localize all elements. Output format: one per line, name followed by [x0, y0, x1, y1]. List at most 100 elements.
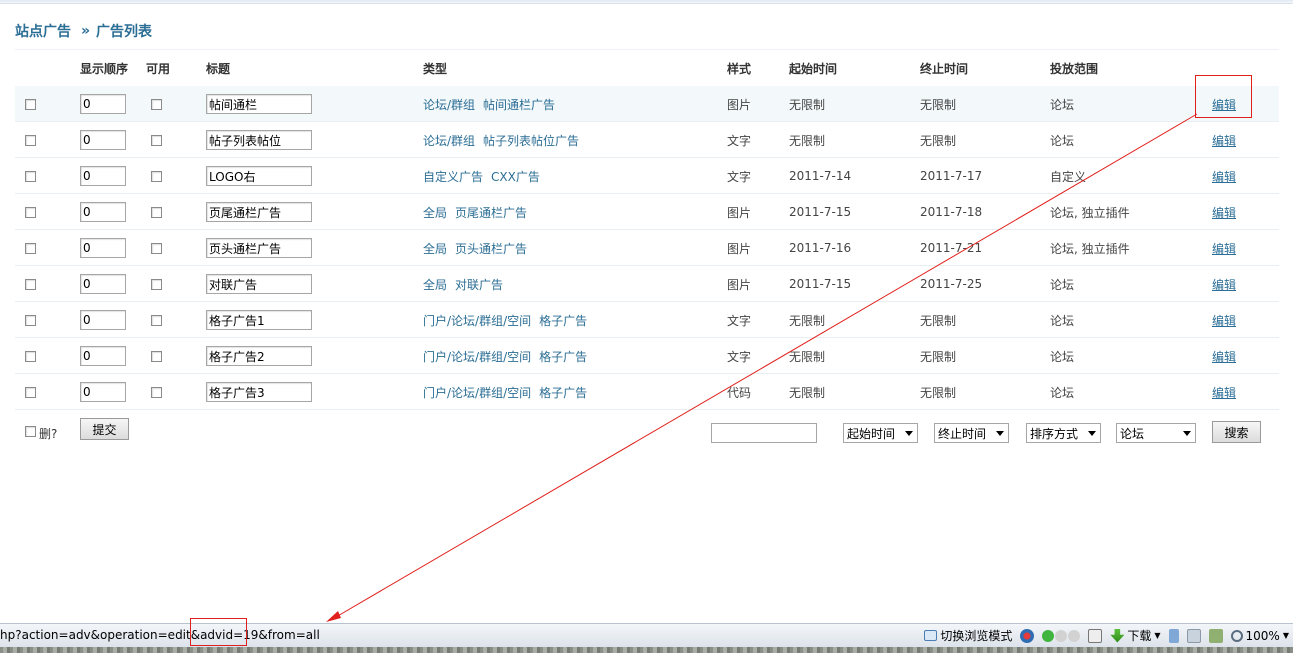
phone-icon[interactable] [1168, 628, 1179, 643]
chevron-down-icon [1183, 431, 1191, 436]
display-order-input[interactable] [80, 238, 126, 258]
zoom-level: 100% [1245, 628, 1280, 643]
start-time-select-value: 起始时间 [847, 426, 896, 441]
download-button[interactable]: 下载 ▼ [1110, 627, 1161, 644]
display-order-input[interactable] [80, 166, 126, 186]
window-icon [924, 630, 938, 641]
display-order-input[interactable] [80, 310, 126, 330]
sort-select[interactable]: 排序方式 [1026, 423, 1101, 443]
status-url: hp?action=adv&operation=edit&advid=19&fr… [0, 628, 320, 642]
enabled-checkbox[interactable] [151, 350, 162, 362]
delete-checkbox[interactable] [25, 426, 36, 437]
type-ad-link[interactable]: 格子广告 [539, 348, 587, 365]
search-button[interactable]: 搜索 [1212, 421, 1261, 443]
header-order: 显示顺序 [80, 61, 129, 76]
row-select-checkbox[interactable] [25, 314, 36, 326]
title-input[interactable] [206, 310, 312, 330]
type-ad-link[interactable]: 对联广告 [455, 276, 503, 293]
row-select-checkbox[interactable] [25, 98, 36, 110]
edit-link[interactable]: 编辑 [1212, 312, 1236, 329]
enabled-checkbox[interactable] [151, 314, 162, 326]
edit-link[interactable]: 编辑 [1212, 168, 1236, 185]
chevron-down-icon [996, 431, 1004, 436]
type-group-link[interactable]: 全局 [423, 276, 447, 293]
title-input[interactable] [206, 166, 312, 186]
edit-link[interactable]: 编辑 [1212, 348, 1236, 365]
row-select-checkbox[interactable] [25, 134, 36, 146]
title-input[interactable] [206, 346, 312, 366]
type-ad-link[interactable]: CXX广告 [491, 168, 540, 185]
enabled-checkbox[interactable] [151, 206, 162, 218]
table-row: 全局页尾通栏广告 图片 2011-7-15 2011-7-18 论坛, 独立插件 编辑 [15, 194, 1279, 230]
edit-link[interactable]: 编辑 [1212, 204, 1236, 221]
start-time-cell: 2011-7-15 [789, 205, 852, 219]
type-group-link[interactable]: 门户/论坛/群组/空间 [423, 348, 531, 365]
edit-link[interactable]: 编辑 [1212, 132, 1236, 149]
enabled-checkbox[interactable] [151, 278, 162, 290]
edit-link[interactable]: 编辑 [1212, 276, 1236, 293]
style-cell: 文字 [727, 133, 752, 148]
start-time-cell: 无限制 [789, 385, 826, 400]
style-cell: 图片 [727, 205, 752, 220]
type-ad-link[interactable]: 格子广告 [539, 312, 587, 329]
type-ad-link[interactable]: 页头通栏广告 [455, 240, 527, 257]
start-time-cell: 2011-7-16 [789, 241, 852, 255]
edit-link[interactable]: 编辑 [1212, 240, 1236, 257]
display-order-input[interactable] [80, 382, 126, 402]
title-input[interactable] [206, 130, 312, 150]
type-ad-link[interactable]: 格子广告 [539, 384, 587, 401]
display-order-input[interactable] [80, 130, 126, 150]
row-select-checkbox[interactable] [25, 350, 36, 362]
delete-label: 删? [39, 427, 58, 441]
enabled-checkbox[interactable] [151, 134, 162, 146]
speaker-icon[interactable] [1208, 628, 1223, 643]
scope-select[interactable]: 论坛 [1116, 423, 1196, 443]
display-order-input[interactable] [80, 274, 126, 294]
browse-mode-toggle[interactable]: 切换浏览模式 [924, 627, 1012, 644]
type-group-link[interactable]: 门户/论坛/群组/空间 [423, 312, 531, 329]
enabled-checkbox[interactable] [151, 98, 162, 110]
row-select-checkbox[interactable] [25, 170, 36, 182]
header-scope: 投放范围 [1050, 61, 1099, 76]
title-input[interactable] [206, 202, 312, 222]
end-time-cell: 无限制 [920, 133, 957, 148]
type-ad-link[interactable]: 页尾通栏广告 [455, 204, 527, 221]
zoom-control[interactable]: 100% ▼ [1230, 628, 1289, 643]
display-order-input[interactable] [80, 346, 126, 366]
type-group-link[interactable]: 全局 [423, 240, 447, 257]
row-select-checkbox[interactable] [25, 278, 36, 290]
breadcrumb-root[interactable]: 站点广告 [15, 21, 71, 41]
start-time-select[interactable]: 起始时间 [843, 423, 918, 443]
row-select-checkbox[interactable] [25, 206, 36, 218]
type-group-link[interactable]: 门户/论坛/群组/空间 [423, 384, 531, 401]
title-input[interactable] [206, 238, 312, 258]
search-input[interactable] [711, 423, 817, 443]
display-order-input[interactable] [80, 202, 126, 222]
row-select-checkbox[interactable] [25, 242, 36, 254]
submit-button[interactable]: 提交 [80, 418, 129, 440]
indicator-toggle[interactable] [1042, 629, 1081, 642]
status-tools: 切换浏览模式 下载 ▼ 100% ▼ [924, 627, 1289, 644]
type-group-link[interactable]: 全局 [423, 204, 447, 221]
type-group-link[interactable]: 自定义广告 [423, 168, 483, 185]
type-ad-link[interactable]: 帖间通栏广告 [483, 96, 555, 113]
screen-icon[interactable] [1186, 628, 1201, 643]
scope-cell: 论坛 [1050, 313, 1075, 328]
display-order-input[interactable] [80, 94, 126, 114]
title-input[interactable] [206, 274, 312, 294]
enabled-checkbox[interactable] [151, 242, 162, 254]
page-icon[interactable] [1088, 628, 1103, 643]
type-group-link[interactable]: 论坛/群组 [423, 96, 475, 113]
enabled-checkbox[interactable] [151, 170, 162, 182]
title-input[interactable] [206, 94, 312, 114]
start-time-cell: 2011-7-15 [789, 277, 852, 291]
title-input[interactable] [206, 382, 312, 402]
type-group-link[interactable]: 论坛/群组 [423, 132, 475, 149]
enabled-checkbox[interactable] [151, 386, 162, 398]
type-ad-link[interactable]: 帖子列表帖位广告 [483, 132, 579, 149]
security-icon[interactable] [1020, 628, 1035, 643]
end-time-select[interactable]: 终止时间 [934, 423, 1009, 443]
download-icon [1110, 628, 1125, 643]
row-select-checkbox[interactable] [25, 386, 36, 398]
edit-link[interactable]: 编辑 [1212, 384, 1236, 401]
